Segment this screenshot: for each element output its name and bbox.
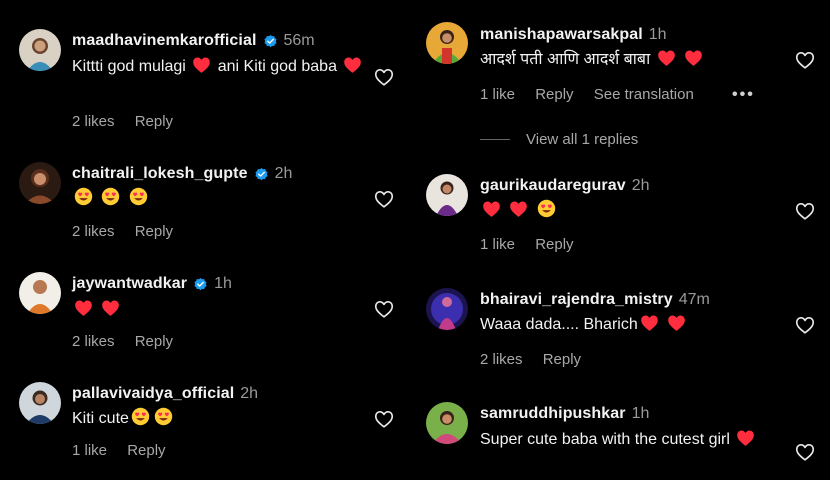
username[interactable]: manishapawarsakpal [480, 26, 643, 44]
avatar[interactable] [426, 288, 468, 330]
username[interactable]: samruddhipushkar [480, 405, 626, 423]
like-heart-icon[interactable] [373, 188, 395, 210]
heart-eyes-emoji [129, 187, 148, 206]
username[interactable]: bhairavi_rajendra_mistry [480, 291, 673, 309]
red-heart-emoji [74, 299, 93, 317]
comment-text-part: Waaa dada.... Bharich [480, 316, 638, 333]
heart-eyes-emoji [537, 199, 556, 218]
reply-button[interactable]: Reply [135, 333, 173, 350]
comment-text [72, 186, 150, 211]
like-heart-icon[interactable] [373, 66, 395, 88]
comment-time: 47m [678, 291, 710, 308]
reply-button[interactable]: Reply [535, 86, 573, 103]
heart-eyes-emoji [101, 187, 120, 206]
likes-count[interactable]: 2 likes [72, 333, 115, 350]
comment-text-part: baba [301, 58, 337, 75]
red-heart-emoji [640, 314, 659, 332]
likes-count[interactable]: 2 likes [480, 351, 523, 368]
likes-count[interactable]: 1 like [480, 236, 515, 253]
comment-text: Kittti god mulagi ani Kiti god baba [72, 54, 372, 79]
avatar[interactable] [426, 22, 468, 64]
heart-eyes-emoji [131, 407, 150, 426]
like-heart-icon[interactable] [373, 298, 395, 320]
avatar[interactable] [426, 174, 468, 216]
verified-badge-icon [193, 277, 208, 292]
likes-count[interactable]: 2 likes [72, 113, 115, 130]
avatar[interactable] [19, 382, 61, 424]
comment-time: 1h [631, 405, 650, 422]
red-heart-emoji [343, 56, 362, 74]
avatar[interactable] [426, 402, 468, 444]
username[interactable]: jaywantwadkar [72, 275, 187, 293]
comment-text-part: ani Kiti god [217, 58, 297, 75]
likes-count[interactable]: 1 like [72, 442, 107, 459]
like-heart-icon[interactable] [794, 200, 816, 222]
red-heart-emoji [736, 429, 755, 447]
avatar[interactable] [19, 272, 61, 314]
comment-text: आदर्श पती आणि आदर्श बाबा [480, 47, 705, 72]
comment-time: 1h [214, 275, 232, 292]
comment-text: Waaa dada.... Bharich [480, 312, 688, 337]
comment-time: 56m [283, 32, 315, 49]
replies-divider [480, 139, 510, 140]
username[interactable]: gaurikaudaregurav [480, 177, 626, 195]
red-heart-emoji [667, 314, 686, 332]
reply-button[interactable]: Reply [535, 236, 573, 253]
red-heart-emoji [482, 200, 501, 218]
username[interactable]: pallavivaidya_official [72, 385, 234, 403]
reply-button[interactable]: Reply [127, 442, 165, 459]
comment-text: Kiti cute [72, 406, 175, 431]
like-heart-icon[interactable] [794, 314, 816, 336]
heart-eyes-emoji [74, 187, 93, 206]
verified-badge-icon [263, 34, 278, 49]
avatar[interactable] [19, 29, 61, 71]
heart-eyes-emoji [154, 407, 173, 426]
comment-text [72, 297, 122, 322]
red-heart-emoji [101, 299, 120, 317]
comment-text [480, 198, 558, 223]
red-heart-emoji [684, 49, 703, 67]
more-options-icon[interactable]: ••• [732, 86, 755, 103]
reply-button[interactable]: Reply [135, 223, 173, 240]
reply-button[interactable]: Reply [135, 113, 173, 130]
likes-count[interactable]: 1 like [480, 86, 515, 103]
avatar[interactable] [19, 162, 61, 204]
comment-time: 2h [240, 385, 259, 402]
comment-time: 1h [648, 26, 667, 43]
like-heart-icon[interactable] [794, 49, 816, 71]
red-heart-emoji [509, 200, 528, 218]
comment-text-part: Kiti cute [72, 410, 129, 427]
username[interactable]: chaitrali_lokesh_gupte [72, 165, 248, 183]
comment-text-part: आदर्श पती आणि आदर्श बाबा [480, 51, 651, 68]
username[interactable]: maadhavinemkarofficial [72, 32, 257, 50]
verified-badge-icon [254, 167, 269, 182]
comment-text-part: Super cute baba with the cutest girl [480, 431, 730, 448]
comment-text-part: Kittti god mulagi [72, 58, 186, 75]
view-replies-link[interactable]: View all 1 replies [526, 131, 638, 148]
like-heart-icon[interactable] [373, 408, 395, 430]
red-heart-emoji [657, 49, 676, 67]
comment-time: 2h [631, 177, 650, 194]
like-heart-icon[interactable] [794, 441, 816, 463]
red-heart-emoji [192, 56, 211, 74]
comment-time: 2h [274, 165, 293, 182]
likes-count[interactable]: 2 likes [72, 223, 115, 240]
reply-button[interactable]: Reply [543, 351, 581, 368]
comment-text: Super cute baba with the cutest girl [480, 427, 790, 452]
see-translation-link[interactable]: See translation [594, 86, 694, 103]
